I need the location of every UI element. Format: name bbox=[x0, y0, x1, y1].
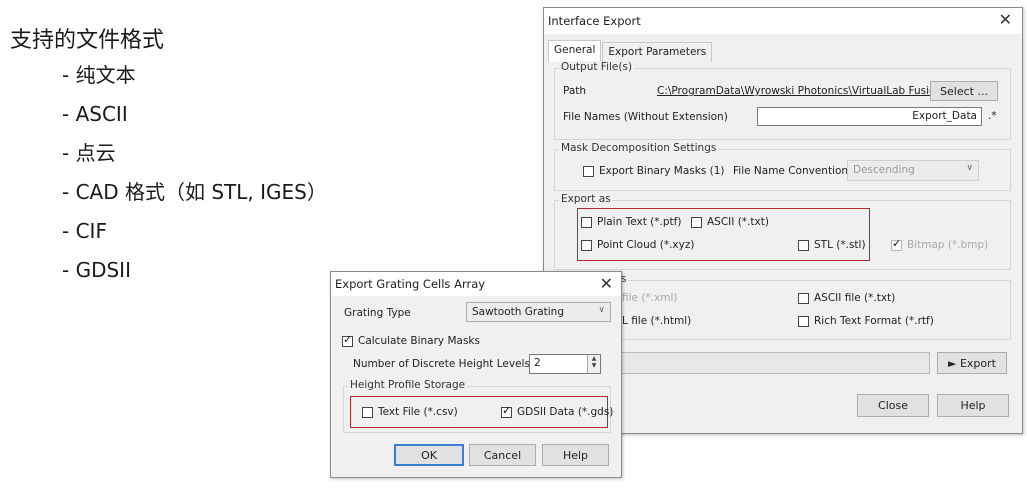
checkbox-box bbox=[501, 404, 512, 418]
checkbox-box bbox=[798, 292, 809, 304]
checkbox-box bbox=[342, 333, 353, 347]
list-item: - ASCII bbox=[62, 102, 128, 126]
levels-label: Number of Discrete Height Levels bbox=[353, 358, 530, 370]
filename-value: Export_Data bbox=[912, 110, 977, 122]
path-link[interactable]: C:\ProgramData\Wyrowski Photonics\Virtua… bbox=[657, 85, 946, 97]
checkbox-box bbox=[583, 165, 594, 177]
close-icon[interactable]: ✕ bbox=[999, 10, 1012, 29]
format-list: - 纯文本 - ASCII - 点云 - CAD 格式（如 STL, IGES）… bbox=[62, 60, 327, 294]
ascii-file-checkbox[interactable]: ASCII file (*.txt) bbox=[798, 292, 895, 304]
ok-button[interactable]: OK bbox=[394, 444, 464, 466]
levels-value: 2 bbox=[534, 357, 541, 369]
group-title: Export as bbox=[559, 193, 613, 205]
title-bar: Export Grating Cells Array ✕ bbox=[331, 272, 621, 296]
extension-label: .* bbox=[988, 110, 997, 122]
slide-title: 支持的文件格式 bbox=[10, 28, 165, 53]
dialog-title: Export Grating Cells Array bbox=[335, 277, 486, 291]
export-binary-masks-checkbox[interactable]: Export Binary Masks (1) bbox=[583, 165, 725, 177]
list-item: - CIF bbox=[62, 219, 107, 243]
list-item: - CAD 格式（如 STL, IGES） bbox=[62, 180, 327, 204]
select-button[interactable]: Select ... bbox=[930, 81, 998, 101]
close-button[interactable]: Close bbox=[857, 394, 929, 417]
close-icon[interactable]: ✕ bbox=[600, 274, 613, 293]
file-name-convention-select[interactable]: Descending ∨ bbox=[847, 160, 979, 181]
tab-bar: General Export Parameters bbox=[548, 40, 713, 62]
xml-file-option[interactable]: file (*.xml) bbox=[622, 292, 677, 304]
output-files-group: Output File(s) Path C:\ProgramData\Wyrow… bbox=[554, 61, 1011, 140]
dialog-title: Interface Export bbox=[548, 14, 641, 28]
chevron-down-icon: ∨ bbox=[598, 305, 605, 315]
filename-input[interactable]: Export_Data bbox=[757, 107, 982, 126]
list-item: - 点云 bbox=[62, 141, 116, 165]
checkbox-box bbox=[798, 315, 809, 327]
help-button[interactable]: Help bbox=[937, 394, 1009, 417]
export-grating-cells-dialog: Export Grating Cells Array ✕ Grating Typ… bbox=[330, 271, 622, 478]
highlight-box bbox=[577, 208, 870, 261]
help-button[interactable]: Help bbox=[542, 444, 609, 466]
group-title: Height Profile Storage bbox=[348, 379, 468, 391]
progress-bar bbox=[614, 352, 930, 374]
path-label: Path bbox=[563, 85, 587, 97]
checkbox-box bbox=[891, 237, 902, 251]
levels-stepper[interactable]: 2 ▲ ▼ bbox=[529, 354, 601, 374]
spinner-arrows-icon[interactable]: ▲ ▼ bbox=[587, 355, 600, 373]
group-title: Mask Decomposition Settings bbox=[559, 142, 719, 154]
grating-type-label: Grating Type bbox=[344, 307, 411, 319]
list-item: - 纯文本 bbox=[62, 63, 136, 87]
bitmap-checkbox[interactable]: Bitmap (*.bmp) bbox=[891, 237, 988, 251]
export-button[interactable]: ► Export bbox=[937, 352, 1007, 374]
text-file-checkbox[interactable]: Text File (*.csv) bbox=[362, 406, 458, 418]
html-file-option[interactable]: L file (*.html) bbox=[622, 315, 691, 327]
other-formats-group: s file (*.xml) L file (*.html) ASCII fil… bbox=[554, 273, 1011, 340]
tab-general[interactable]: General bbox=[548, 40, 602, 62]
chevron-down-icon: ∨ bbox=[966, 163, 973, 173]
checkbox-box bbox=[362, 406, 373, 418]
cancel-button[interactable]: Cancel bbox=[469, 444, 536, 466]
gdsii-checkbox[interactable]: GDSII Data (*.gds) bbox=[501, 404, 613, 418]
file-name-convention-label: File Name Convention bbox=[733, 165, 849, 177]
filename-label: File Names (Without Extension) bbox=[563, 111, 728, 123]
group-title: Output File(s) bbox=[559, 61, 635, 73]
rtf-checkbox[interactable]: Rich Text Format (*.rtf) bbox=[798, 315, 934, 327]
tab-export-parameters[interactable]: Export Parameters bbox=[602, 42, 713, 62]
list-item: - GDSII bbox=[62, 258, 131, 282]
grating-type-select[interactable]: Sawtooth Grating ∨ bbox=[466, 302, 611, 322]
title-bar: Interface Export ✕ bbox=[544, 8, 1022, 34]
calculate-binary-masks-checkbox[interactable]: Calculate Binary Masks bbox=[342, 333, 480, 347]
mask-decomposition-group: Mask Decomposition Settings Export Binar… bbox=[554, 142, 1011, 191]
